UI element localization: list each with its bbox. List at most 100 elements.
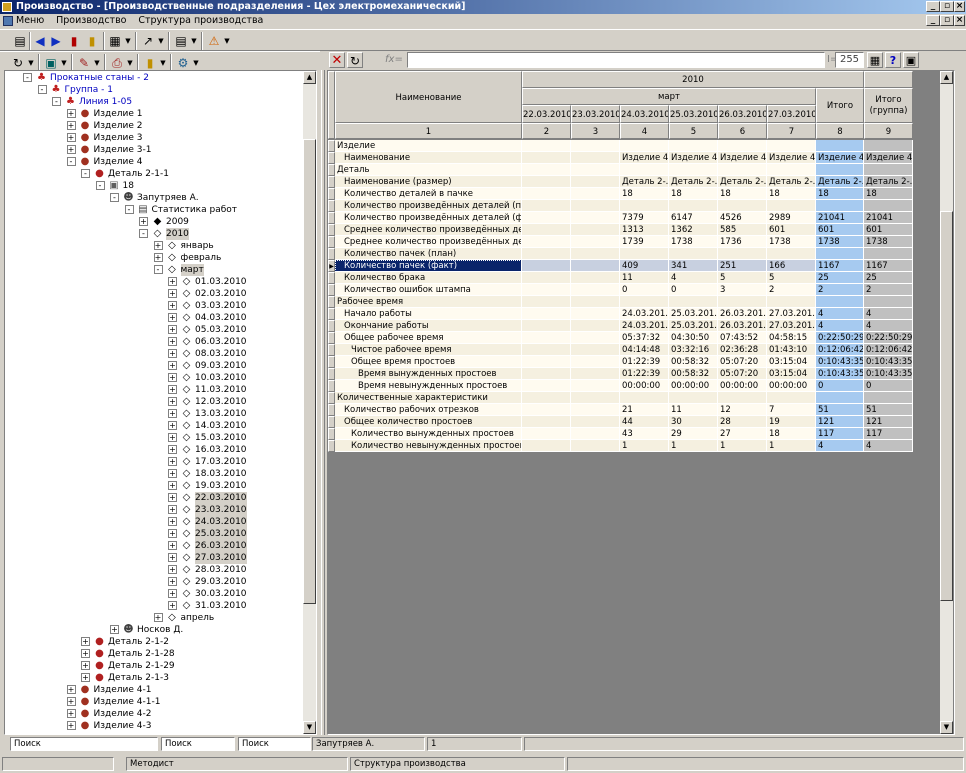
data-cell[interactable]: Изделие 4 <box>816 152 864 164</box>
data-cell[interactable] <box>522 152 571 164</box>
row-indicator[interactable] <box>328 176 335 188</box>
indicator-header[interactable] <box>328 71 335 139</box>
database-icon[interactable]: ▮ <box>142 55 158 71</box>
grid-scrollbar[interactable]: ▲ ▼ <box>940 71 953 734</box>
data-cell[interactable]: 03:32:16 <box>669 344 718 356</box>
menu-item-structure[interactable]: Структура производства <box>138 15 263 26</box>
tree-scrollbar[interactable]: ▲ ▼ <box>303 71 316 734</box>
data-cell[interactable]: 27.03.201... <box>767 320 816 332</box>
row-name-cell[interactable]: Количество пачек (факт) <box>335 260 522 272</box>
data-cell[interactable]: 18 <box>718 188 767 200</box>
expand-icon[interactable]: + <box>81 661 90 670</box>
data-cell[interactable] <box>522 260 571 272</box>
data-cell[interactable] <box>816 200 864 212</box>
data-cell[interactable]: 44 <box>620 416 669 428</box>
row-name-cell[interactable]: Среднее количество произведённых детал..… <box>335 224 522 236</box>
row-indicator[interactable] <box>328 212 335 224</box>
data-cell[interactable]: Деталь 2-... <box>767 176 816 188</box>
data-cell[interactable]: 05:07:20 <box>718 368 767 380</box>
data-cell[interactable]: 3 <box>718 284 767 296</box>
data-cell[interactable]: 51 <box>816 404 864 416</box>
expand-icon[interactable]: + <box>66 109 76 118</box>
data-cell[interactable]: 21 <box>620 404 669 416</box>
data-cell[interactable] <box>522 356 571 368</box>
data-cell[interactable] <box>571 272 620 284</box>
data-cell[interactable] <box>718 140 767 152</box>
row-indicator[interactable] <box>328 236 335 248</box>
data-cell[interactable] <box>522 248 571 260</box>
settings-icon[interactable]: ⚙ <box>175 55 191 71</box>
data-cell[interactable] <box>669 200 718 212</box>
data-cell[interactable] <box>571 404 620 416</box>
data-cell[interactable]: Изделие 4 <box>620 152 669 164</box>
row-indicator[interactable] <box>328 416 335 428</box>
data-cell[interactable]: 0:22:50:29 <box>864 332 913 344</box>
column-header-year[interactable]: 2010 <box>522 71 864 88</box>
data-cell[interactable]: 21041 <box>816 212 864 224</box>
data-cell[interactable] <box>522 416 571 428</box>
data-cell[interactable] <box>571 224 620 236</box>
data-cell[interactable]: Изделие 4 <box>767 152 816 164</box>
expand-icon[interactable]: + <box>168 313 177 322</box>
data-cell[interactable]: Деталь 2-... <box>669 176 718 188</box>
expand-icon[interactable]: + <box>168 601 177 610</box>
row-name-cell[interactable]: Наименование (размер) <box>335 176 522 188</box>
row-indicator[interactable] <box>328 356 335 368</box>
data-cell[interactable]: 01:22:39 <box>620 368 669 380</box>
data-cell[interactable] <box>669 164 718 176</box>
data-cell[interactable] <box>864 164 913 176</box>
data-cell[interactable] <box>571 344 620 356</box>
row-indicator[interactable] <box>328 320 335 332</box>
refresh-icon[interactable]: ↻ <box>10 55 26 71</box>
row-indicator[interactable] <box>328 380 335 392</box>
row-name-cell[interactable]: Окончание работы <box>335 320 522 332</box>
data-cell[interactable] <box>864 200 913 212</box>
column-header-date[interactable]: 22.03.2010 <box>522 105 571 123</box>
expand-icon[interactable]: + <box>168 277 177 286</box>
expand-icon[interactable]: + <box>168 409 177 418</box>
column-header-blank[interactable] <box>864 71 913 88</box>
data-cell[interactable]: 18 <box>767 428 816 440</box>
collapse-icon[interactable]: - <box>139 229 148 238</box>
data-cell[interactable]: 341 <box>669 260 718 272</box>
data-cell[interactable]: 01:22:39 <box>620 356 669 368</box>
data-cell[interactable] <box>767 200 816 212</box>
data-cell[interactable]: 4 <box>816 440 864 452</box>
row-name-cell[interactable]: Наименование <box>335 152 522 164</box>
data-cell[interactable] <box>816 164 864 176</box>
expand-icon[interactable]: + <box>168 349 177 358</box>
chevron-down-icon[interactable]: ▼ <box>223 33 231 49</box>
collapse-icon[interactable]: - <box>23 73 32 82</box>
data-cell[interactable]: 07:43:52 <box>718 332 767 344</box>
column-header-total-group[interactable]: Итого (группа) <box>864 88 913 123</box>
column-number[interactable]: 2 <box>522 123 571 139</box>
chevron-down-icon[interactable]: ▼ <box>159 55 167 71</box>
row-name-cell[interactable]: Количество ошибок штампа <box>335 284 522 296</box>
help-icon[interactable]: ? <box>885 52 901 68</box>
data-cell[interactable] <box>522 380 571 392</box>
data-cell[interactable]: Изделие 4 <box>669 152 718 164</box>
expand-icon[interactable]: + <box>153 253 163 262</box>
data-cell[interactable]: 27 <box>718 428 767 440</box>
expand-icon[interactable]: + <box>168 361 177 370</box>
data-cell[interactable] <box>669 296 718 308</box>
data-cell[interactable] <box>571 248 620 260</box>
data-cell[interactable]: 12 <box>718 404 767 416</box>
data-cell[interactable]: 02:36:28 <box>718 344 767 356</box>
chevron-down-icon[interactable]: ▼ <box>126 55 134 71</box>
calculator-icon[interactable]: ▦ <box>867 52 883 68</box>
expand-icon[interactable]: + <box>168 457 177 466</box>
data-cell[interactable] <box>669 248 718 260</box>
data-cell[interactable]: 00:00:00 <box>620 380 669 392</box>
data-cell[interactable]: 4 <box>864 440 913 452</box>
data-cell[interactable] <box>816 140 864 152</box>
data-cell[interactable]: 4 <box>816 308 864 320</box>
data-cell[interactable]: 11 <box>620 272 669 284</box>
scroll-down-icon[interactable]: ▼ <box>303 721 316 734</box>
menu-item-menu[interactable]: Меню <box>16 15 44 26</box>
data-cell[interactable] <box>767 296 816 308</box>
data-cell[interactable] <box>522 392 571 404</box>
data-cell[interactable]: 24.03.201... <box>620 308 669 320</box>
data-cell[interactable] <box>767 140 816 152</box>
expand-icon[interactable]: + <box>66 721 76 730</box>
